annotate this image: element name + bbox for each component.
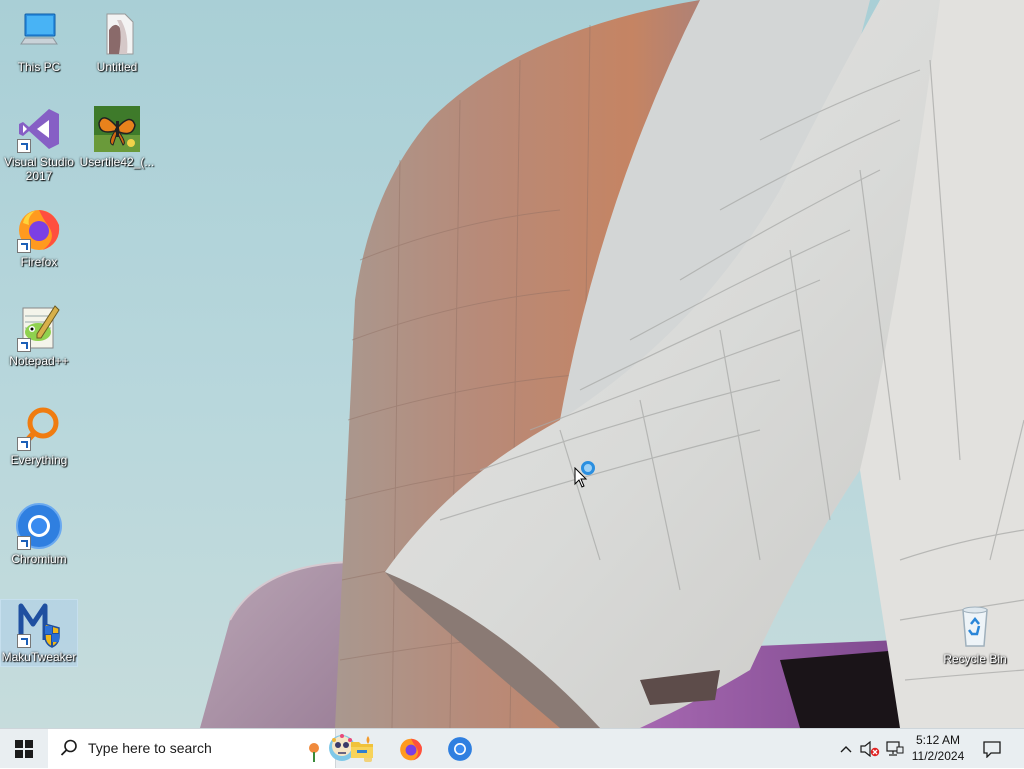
notepadpp-icon xyxy=(15,304,63,352)
recycle-bin-icon xyxy=(951,602,999,650)
desktop-icon-firefox[interactable]: Firefox xyxy=(1,205,77,269)
icon-label: Firefox xyxy=(20,255,58,269)
desktop-icon-recycle-bin[interactable]: Recycle Bin xyxy=(937,602,1013,666)
desktop-icon-untitled[interactable]: Untitled xyxy=(79,10,155,74)
clock-date: 11/2/2024 xyxy=(911,749,965,763)
visual-studio-icon xyxy=(15,105,63,153)
chromium-icon xyxy=(448,737,472,761)
taskbar: Type here to search 5:12 AM 11/2/2024 xyxy=(0,728,1024,768)
taskbar-firefox[interactable] xyxy=(387,729,435,769)
search-placeholder: Type here to search xyxy=(88,740,212,756)
network-icon xyxy=(886,741,904,756)
action-center-button[interactable] xyxy=(978,729,1006,769)
taskbar-search-box[interactable]: Type here to search xyxy=(48,729,372,768)
desktop-icon-everything[interactable]: Everything xyxy=(1,403,77,467)
this-pc-icon xyxy=(15,10,63,58)
untitled-file-icon xyxy=(93,10,141,58)
chromium-icon xyxy=(15,502,63,550)
busy-spinner-icon xyxy=(581,461,595,475)
icon-label: Chromium xyxy=(11,552,67,566)
desktop-icon-makutweaker[interactable]: MakuTweaker xyxy=(0,599,78,667)
firefox-icon xyxy=(15,205,63,253)
shortcut-arrow-icon xyxy=(17,536,31,550)
everything-search-icon xyxy=(15,403,63,451)
desktop-icon-this-pc[interactable]: This PC xyxy=(1,10,77,74)
search-icon xyxy=(60,739,77,756)
usertile-image-icon xyxy=(93,105,141,153)
chevron-up-icon xyxy=(840,746,852,753)
shortcut-arrow-icon xyxy=(17,239,31,253)
notification-icon xyxy=(983,740,1001,758)
taskbar-chromium[interactable] xyxy=(436,729,484,769)
icon-label: Usertile42_(... xyxy=(79,155,155,169)
file-explorer-icon xyxy=(351,742,373,758)
desktop-icon-visual-studio[interactable]: Visual Studio 2017 xyxy=(1,105,77,183)
taskbar-clock[interactable]: 5:12 AM 11/2/2024 xyxy=(905,732,971,764)
shortcut-arrow-icon xyxy=(17,437,31,451)
icon-label: This PC xyxy=(17,60,61,74)
shortcut-arrow-icon xyxy=(17,338,31,352)
icon-label: Visual Studio 2017 xyxy=(4,155,74,183)
taskbar-file-explorer[interactable] xyxy=(338,729,386,769)
icon-label: Recycle Bin xyxy=(943,652,1007,666)
shortcut-arrow-icon xyxy=(17,634,31,648)
clock-time: 5:12 AM xyxy=(915,733,961,747)
windows-logo-icon xyxy=(15,740,33,758)
volume-muted-icon xyxy=(860,741,880,757)
start-button[interactable] xyxy=(0,729,48,769)
network-button[interactable] xyxy=(884,729,906,769)
shortcut-arrow-icon xyxy=(17,139,31,153)
volume-button[interactable] xyxy=(858,729,882,769)
desktop-icon-notepadpp[interactable]: Notepad++ xyxy=(1,304,77,368)
icon-label: Untitled xyxy=(96,60,138,74)
firefox-icon xyxy=(400,738,422,761)
icon-label: Everything xyxy=(10,453,68,467)
icon-label: MakuTweaker xyxy=(1,650,77,664)
icon-label: Notepad++ xyxy=(9,354,69,368)
show-hidden-icons-button[interactable] xyxy=(836,729,856,769)
makutweaker-icon xyxy=(15,600,63,648)
desktop-icon-chromium[interactable]: Chromium xyxy=(1,502,77,566)
desktop-icon-usertile[interactable]: Usertile42_(... xyxy=(79,105,155,169)
